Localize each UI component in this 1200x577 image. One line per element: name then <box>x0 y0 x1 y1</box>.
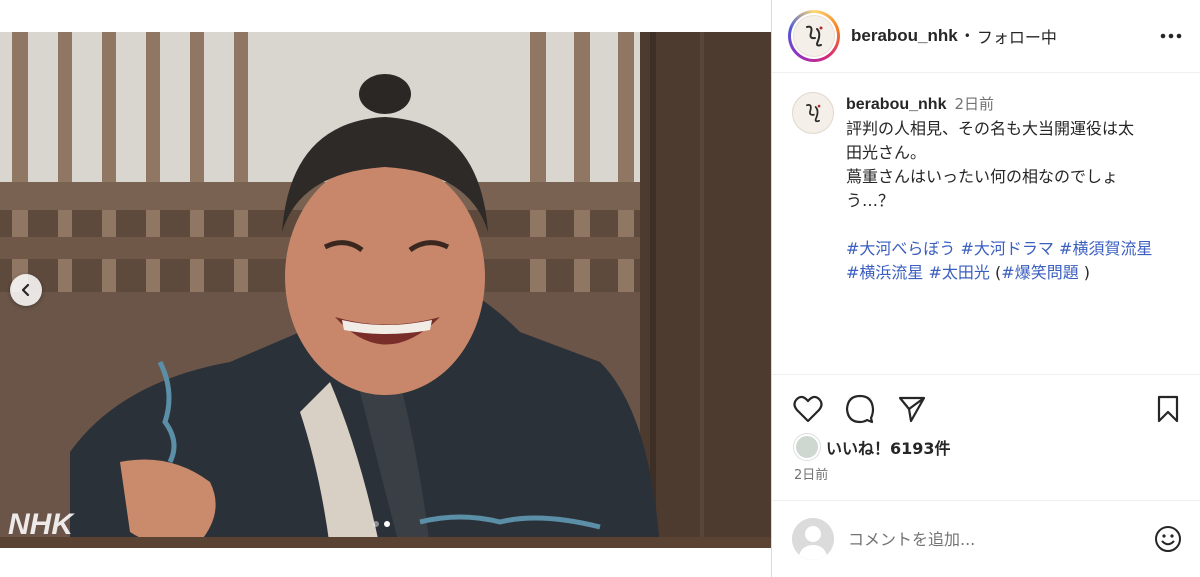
calligraphy-logo-icon <box>806 104 821 123</box>
default-avatar-icon <box>792 518 834 560</box>
chevron-left-icon <box>21 283 30 297</box>
heart-icon <box>793 395 823 423</box>
caption-line-3: 蔦重さんはいったい何の相なのでしょ <box>846 167 1119 186</box>
save-button[interactable] <box>1152 393 1184 425</box>
post-media: NHK <box>0 0 771 577</box>
hashtag-link[interactable]: #横須賀流星 <box>1059 239 1152 258</box>
caption-time[interactable]: 2日前 <box>954 95 994 113</box>
hashtag-line-1: #大河べらぼう #大河ドラマ #横須賀流星 <box>846 237 1184 261</box>
hashtag-link[interactable]: #爆笑問題 <box>1001 263 1078 282</box>
post-header: berabou_nhk • フォロー中 <box>772 0 1200 73</box>
avatar-frame <box>791 13 837 59</box>
hashtag-line-2: #横浜流星 #太田光 (#爆笑問題 ) <box>846 261 1184 285</box>
account-logo <box>793 15 835 57</box>
comment-input[interactable] <box>848 529 1152 549</box>
carousel-prev-button[interactable] <box>10 274 42 306</box>
carousel-indicator <box>373 521 390 527</box>
comment-bar <box>772 500 1200 577</box>
likes-row: いいね！6193件 <box>794 434 951 460</box>
caption-body: berabou_nhk 2日前 評判の人相見、その名も大当開運役は太 田光さん。 … <box>846 92 1184 374</box>
nhk-watermark-logo: NHK <box>8 508 75 541</box>
caption-line-2: 田光さん。 <box>846 143 927 162</box>
caption-line-4: う…？ <box>846 191 895 210</box>
more-horizontal-icon <box>1160 33 1182 39</box>
paper-plane-icon <box>898 396 926 423</box>
following-button[interactable]: フォロー中 <box>977 24 1057 48</box>
post-actions <box>792 392 1184 426</box>
post-caption: berabou_nhk 2日前 評判の人相見、その名も大当開運役は太 田光さん。 … <box>772 74 1200 374</box>
account-avatar[interactable] <box>788 10 840 62</box>
hashtag-link[interactable]: #太田光 <box>929 263 990 282</box>
bookmark-icon <box>1157 395 1179 423</box>
current-user-avatar[interactable] <box>792 518 834 560</box>
like-button[interactable] <box>792 393 824 425</box>
emoji-smile-icon <box>1155 526 1181 552</box>
hashtag-link[interactable]: #大河べらぼう <box>846 239 955 258</box>
liker-avatar[interactable] <box>794 434 820 460</box>
emoji-button[interactable] <box>1152 523 1184 555</box>
post-panel: berabou_nhk • フォロー中 berabou_nhk 2日前 評判の人相… <box>771 0 1200 577</box>
comment-button[interactable] <box>844 393 876 425</box>
calligraphy-logo-icon <box>806 25 823 47</box>
hashtag-link[interactable]: #大河ドラマ <box>961 239 1054 258</box>
caption-line-1: 評判の人相見、その名も大当開運役は太 <box>846 119 1135 138</box>
more-options-button[interactable] <box>1158 23 1184 49</box>
watermark-text: NHK <box>8 508 75 541</box>
caption-avatar[interactable] <box>792 92 834 134</box>
comment-icon <box>845 394 875 424</box>
carousel-dot-1 <box>373 521 379 527</box>
hashtag-link[interactable]: #横浜流星 <box>846 263 923 282</box>
post-photo <box>0 32 771 548</box>
likes-count[interactable]: いいね！6193件 <box>826 435 951 459</box>
post-date[interactable]: 2日前 <box>794 464 828 483</box>
caption-username[interactable]: berabou_nhk <box>846 96 946 113</box>
actions-divider <box>772 374 1200 375</box>
carousel-dot-2 <box>384 521 390 527</box>
paren-close: ) <box>1083 263 1091 282</box>
header-username[interactable]: berabou_nhk <box>851 26 958 46</box>
share-button[interactable] <box>896 393 928 425</box>
header-separator: • <box>963 29 971 43</box>
photo-scene <box>0 32 771 548</box>
